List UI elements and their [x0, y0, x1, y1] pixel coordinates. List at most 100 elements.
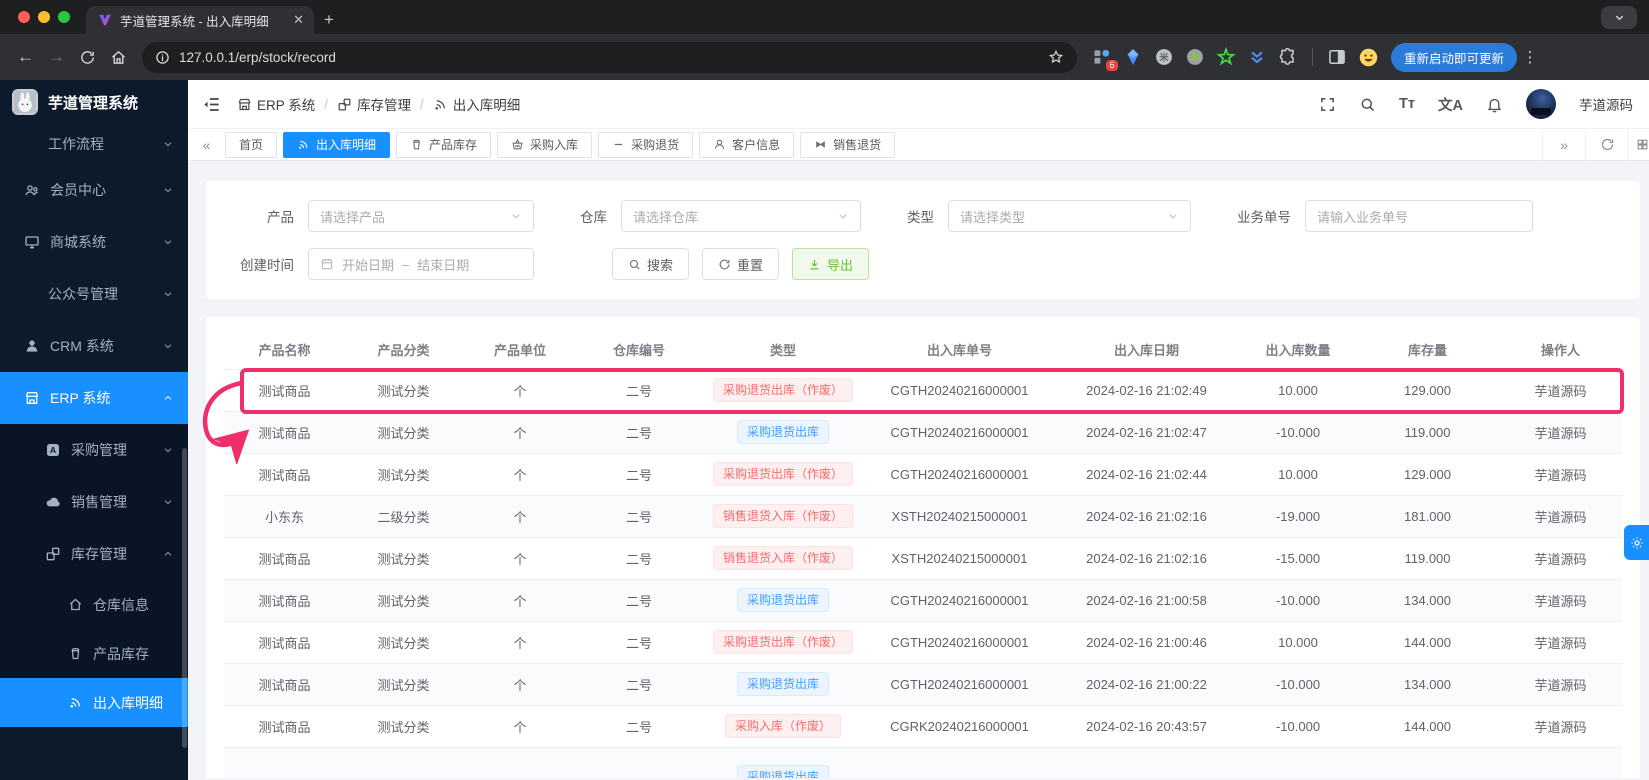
- table-row[interactable]: 测试商品 测试分类个二号 采购退货出库 CGTH20240216000001 2024-…: [224, 663, 1622, 706]
- sidebar-scrollbar[interactable]: [182, 448, 187, 748]
- table-row[interactable]: 测试商品 测试分类个二号 采购退货出库（作废） CGTH20240216000001 2…: [224, 453, 1622, 496]
- biz-no-input[interactable]: 请输入业务单号: [1305, 200, 1533, 232]
- browser-menu-icon[interactable]: ⋮: [1521, 48, 1539, 66]
- table-row[interactable]: 测试商品 测试分类个二号 采购退货出库（作废） CGTH20240216000001 2…: [224, 621, 1622, 664]
- profile-emoji-icon[interactable]: [1358, 47, 1378, 67]
- back-icon[interactable]: ←: [10, 42, 41, 73]
- extension-green-dot-icon[interactable]: [1185, 47, 1205, 67]
- type-label: 类型: [907, 210, 934, 225]
- cell-datetime: 2024-02-16 21:02:49: [1053, 369, 1240, 412]
- sidebar-item-工作流程[interactable]: 工作流程: [0, 124, 188, 164]
- tabs-layout-icon[interactable]: [1628, 128, 1649, 161]
- browser-update-button[interactable]: 重新启动即可更新: [1391, 42, 1518, 72]
- sidebar-item-label: 销售管理: [71, 494, 127, 510]
- forward-icon[interactable]: →: [41, 42, 72, 73]
- extension-double-chevron-icon[interactable]: [1247, 47, 1267, 67]
- window-close-button[interactable]: [18, 11, 30, 23]
- breadcrumb-separator: /: [420, 96, 424, 112]
- cell-unit: 个: [462, 579, 578, 622]
- cell-category: 测试分类: [345, 369, 462, 412]
- fullscreen-icon[interactable]: [1319, 96, 1336, 113]
- refresh-icon: [718, 258, 731, 271]
- extension-green-star-icon[interactable]: [1216, 46, 1236, 67]
- table-row[interactable]: 测试商品 测试分类个二号 采购退货出库（作废） CGTH20240216000001 2…: [224, 369, 1622, 412]
- extension-mi-circle-icon[interactable]: 米: [1154, 47, 1174, 67]
- tab-close-icon[interactable]: ✕: [293, 12, 304, 28]
- sidebar-item-ERP 系统[interactable]: ERP 系统: [0, 372, 188, 424]
- sidebar-item-公众号管理[interactable]: 公众号管理: [0, 268, 188, 320]
- reload-icon[interactable]: [72, 42, 103, 73]
- breadcrumb-item-库存管理[interactable]: 库存管理: [337, 94, 411, 114]
- sidebar-item-采购管理[interactable]: A 采购管理: [0, 424, 188, 476]
- tabs-refresh-icon[interactable]: [1585, 128, 1628, 161]
- page-tab-采购退货[interactable]: 采购退货: [598, 131, 694, 158]
- chevron-down-icon: [162, 138, 174, 150]
- table-row[interactable]: 测试商品 测试分类个二号 采购退货出库 CGTH20240216000001 2024-…: [224, 579, 1622, 622]
- sidebar-item-库存管理[interactable]: 库存管理: [0, 528, 188, 580]
- sidebar-item-label: 采购管理: [71, 442, 127, 458]
- warehouse-select[interactable]: 请选择仓库: [621, 200, 861, 232]
- sidebar-item-会员中心[interactable]: 会员中心: [0, 164, 188, 216]
- window-minimize-button[interactable]: [38, 11, 50, 23]
- cell-type: 销售退货入库（作废）: [700, 537, 866, 580]
- extensions-row: 6 米: [1092, 46, 1378, 71]
- sidebar-item-仓库信息[interactable]: 仓库信息: [0, 580, 188, 629]
- table-row[interactable]: 小东东 二级分类个二号 销售退货入库（作废） XSTH20240215000001 20…: [224, 495, 1622, 538]
- page-tab-客户信息[interactable]: 客户信息: [699, 131, 795, 158]
- locale-icon[interactable]: 文A: [1438, 94, 1463, 115]
- table-row[interactable]: 测试商品 测试分类个二号 采购退货出库 CGTH20240216000001 2024-…: [224, 411, 1622, 454]
- search-button[interactable]: 搜索: [612, 248, 690, 280]
- sidebar-item-label: 公众号管理: [48, 286, 118, 302]
- address-bar[interactable]: 127.0.0.1/erp/stock/record: [142, 41, 1077, 73]
- menu-fold-icon[interactable]: [202, 95, 221, 114]
- new-tab-button[interactable]: +: [314, 6, 344, 34]
- type-select[interactable]: 请选择类型: [948, 200, 1191, 232]
- app-logo-row[interactable]: 芋道管理系统: [0, 80, 188, 124]
- page-tab-采购入库[interactable]: 采购入库: [497, 131, 593, 158]
- sidebar-item-产品库存[interactable]: 产品库存: [0, 629, 188, 678]
- page-tab-销售退货[interactable]: 销售退货: [800, 131, 896, 158]
- sidebar-item-CRM 系统[interactable]: CRM 系统: [0, 320, 188, 372]
- sidebar-item-销售管理[interactable]: 销售管理: [0, 476, 188, 528]
- type-tag: 采购退货出库: [736, 672, 829, 696]
- browser-tab[interactable]: 芋道管理系统 - 出入库明细 ✕: [86, 6, 314, 34]
- cell-category: 测试分类: [345, 705, 462, 748]
- font-size-icon[interactable]: Tт: [1399, 96, 1415, 112]
- export-button[interactable]: 导出: [792, 248, 870, 280]
- breadcrumb-item-出入库明细[interactable]: 出入库明细: [433, 94, 520, 114]
- sidebar-item-出入库明细[interactable]: 出入库明细: [0, 678, 188, 727]
- page-tab-出入库明细[interactable]: 出入库明细: [283, 131, 391, 158]
- cell-unit: 个: [462, 663, 578, 706]
- app-shell: 芋道管理系统 工作流程 会员中心 商城系统 公众号管理 CRM 系统 ERP 系统 A 采购管…: [0, 80, 1649, 780]
- biz-no-placeholder: 请输入业务单号: [1317, 209, 1409, 225]
- settings-gear-button[interactable]: [1624, 525, 1649, 560]
- table-row[interactable]: 测试商品 测试分类个二号 销售退货入库（作废） XSTH20240215000001 2…: [224, 537, 1622, 580]
- tabs-scroll-left-icon[interactable]: «: [188, 137, 225, 153]
- tab-search-button[interactable]: [1601, 6, 1637, 29]
- product-select[interactable]: 请选择产品: [308, 200, 534, 232]
- sidebar-item-label: 产品库存: [93, 645, 149, 662]
- page-tab-首页[interactable]: 首页: [225, 131, 278, 158]
- notification-bell-icon[interactable]: [1486, 96, 1503, 113]
- table-header-row: 产品名称 产品分类 产品单位 仓库编号 类型 出入库单号 出入库日期 出入库数量 库存量 操作人: [224, 331, 1622, 370]
- bookmark-star-icon[interactable]: [1048, 49, 1064, 65]
- sidebar-item-商城系统[interactable]: 商城系统: [0, 216, 188, 268]
- tabs-scroll-right-icon[interactable]: »: [1542, 128, 1585, 161]
- home-icon[interactable]: [103, 42, 134, 73]
- table-row[interactable]: 测试商品 测试分类个二号 采购入库（作废） CGRK20240216000001 202…: [224, 705, 1622, 748]
- search-icon[interactable]: [1359, 96, 1376, 113]
- cell-product: 测试商品: [224, 453, 345, 496]
- date-range-input[interactable]: 开始日期 – 结束日期: [308, 248, 534, 280]
- table-row-partial[interactable]: 采购退货出库: [224, 747, 1622, 778]
- user-avatar[interactable]: [1526, 89, 1556, 119]
- breadcrumb-item-ERP 系统[interactable]: ERP 系统: [237, 94, 315, 114]
- extension-kite-icon[interactable]: [1123, 47, 1143, 67]
- side-panel-icon[interactable]: [1327, 47, 1347, 67]
- window-zoom-button[interactable]: [58, 11, 70, 23]
- reset-button[interactable]: 重置: [702, 248, 780, 280]
- page-tab-产品库存[interactable]: 产品库存: [396, 131, 492, 158]
- site-info-icon[interactable]: [155, 50, 170, 65]
- extensions-puzzle-icon[interactable]: [1278, 47, 1298, 67]
- cell-unit: 个: [462, 369, 578, 412]
- extension-grid-icon[interactable]: 6: [1092, 47, 1118, 71]
